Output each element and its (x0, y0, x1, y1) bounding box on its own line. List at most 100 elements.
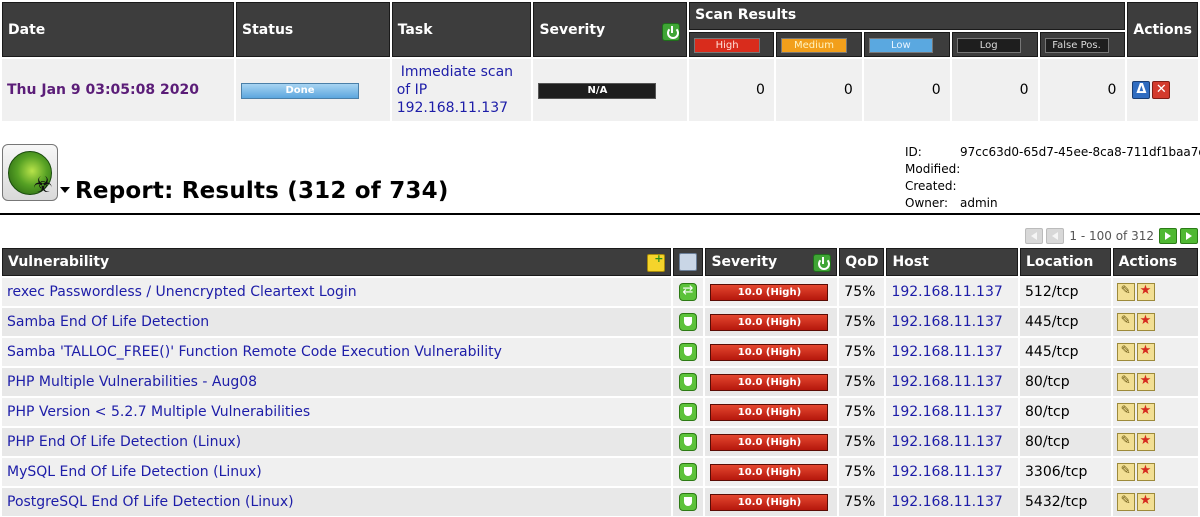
result-header-high[interactable]: High (689, 32, 774, 57)
vulnerability-link[interactable]: PHP Version < 5.2.7 Multiple Vulnerabili… (7, 404, 310, 420)
vulnerability-link[interactable]: rexec Passwordless / Unencrypted Clearte… (7, 284, 357, 300)
shield-icon (679, 463, 698, 481)
host-cell[interactable]: 192.168.11.137 (886, 308, 1019, 336)
host-link[interactable]: 192.168.11.137 (891, 344, 1002, 360)
count-log: 0 (951, 59, 1038, 121)
host-link[interactable]: 192.168.11.137 (891, 404, 1002, 420)
add-note-icon[interactable] (1116, 343, 1135, 361)
pagination: 1 - 100 of 312 (1025, 228, 1198, 244)
add-override-icon[interactable] (1136, 493, 1155, 511)
host-cell[interactable]: 192.168.11.137 (886, 428, 1019, 456)
severity-bar: 10.0 (High) (710, 403, 829, 421)
last-page-icon[interactable] (1180, 228, 1198, 244)
add-note-icon[interactable] (647, 252, 666, 272)
vulnerability-link[interactable]: PHP Multiple Vulnerabilities - Aug08 (7, 374, 257, 390)
vulnerability-link[interactable]: Samba 'TALLOC_FREE()' Function Remote Co… (7, 344, 502, 360)
column-header-qod[interactable]: QoD (839, 248, 885, 276)
column-header-host[interactable]: Host (886, 248, 1019, 276)
add-override-icon[interactable] (1136, 313, 1155, 331)
host-cell[interactable]: 192.168.11.137 (886, 398, 1019, 426)
task-date: Thu Jan 9 03:05:08 2020 (2, 59, 235, 121)
add-note-icon[interactable] (1116, 313, 1135, 331)
delete-icon[interactable]: ✕ (1152, 81, 1171, 99)
power-icon[interactable] (813, 254, 832, 272)
location-cell: 445/tcp (1020, 338, 1111, 366)
vulnerability-link[interactable]: Samba End Of Life Detection (7, 314, 209, 330)
host-link[interactable]: 192.168.11.137 (891, 434, 1002, 450)
biohazard-icon: ☣ (33, 173, 53, 198)
host-link[interactable]: 192.168.11.137 (891, 374, 1002, 390)
severity-bar: 10.0 (High) (710, 343, 829, 361)
add-override-icon[interactable] (1136, 343, 1155, 361)
add-note-icon[interactable] (1116, 463, 1135, 481)
host-cell[interactable]: 192.168.11.137 (886, 458, 1019, 486)
meta-owner-label: Owner: (905, 196, 949, 210)
host-link[interactable]: 192.168.11.137 (891, 314, 1002, 330)
vulnerability-link[interactable]: MySQL End Of Life Detection (Linux) (7, 464, 262, 480)
solution-cell (673, 458, 704, 486)
column-header-vulnerability[interactable]: Vulnerability (2, 248, 672, 276)
result-header-log[interactable]: Log (951, 32, 1038, 57)
task-link-line3[interactable]: 192.168.11.137 (397, 99, 527, 117)
column-header-date[interactable]: Date (2, 2, 235, 57)
column-header-severity-results[interactable]: Severity (705, 248, 838, 276)
severity-bar: 10.0 (High) (710, 313, 829, 331)
host-link[interactable]: 192.168.11.137 (891, 284, 1002, 300)
severity-bar: 10.0 (High) (710, 373, 829, 391)
vulnerability-cell[interactable]: PHP End Of Life Detection (Linux) (2, 428, 672, 456)
delta-icon[interactable]: Δ (1132, 81, 1151, 99)
host-cell[interactable]: 192.168.11.137 (886, 488, 1019, 516)
add-override-icon[interactable] (1136, 283, 1155, 301)
result-header-low[interactable]: Low (863, 32, 950, 57)
add-override-icon[interactable] (1136, 403, 1155, 421)
add-note-icon[interactable] (1116, 493, 1135, 511)
vulnerability-cell[interactable]: PHP Version < 5.2.7 Multiple Vulnerabili… (2, 398, 672, 426)
meta-owner-value: admin (960, 196, 998, 210)
vulnerability-link[interactable]: PostgreSQL End Of Life Detection (Linux) (7, 494, 294, 510)
severity-bar: 10.0 (High) (710, 463, 829, 481)
solution-cell (673, 308, 704, 336)
previous-page-icon[interactable] (1046, 228, 1065, 244)
add-override-icon[interactable] (1136, 433, 1155, 451)
column-header-task[interactable]: Task (391, 2, 532, 57)
report-divider (0, 213, 1200, 215)
vulnerability-link[interactable]: PHP End Of Life Detection (Linux) (7, 434, 241, 450)
column-header-solution-type[interactable] (673, 248, 704, 276)
pagination-range: 1 - 100 of 312 (1069, 229, 1154, 243)
power-icon[interactable] (662, 23, 681, 41)
results-table: Vulnerability Severity QoD Host Location… (0, 246, 1200, 517)
vulnerability-cell[interactable]: MySQL End Of Life Detection (Linux) (2, 458, 672, 486)
vulnerability-cell[interactable]: Samba 'TALLOC_FREE()' Function Remote Co… (2, 338, 672, 366)
column-header-scan-results: Scan Results (689, 2, 1126, 30)
task-name-cell[interactable]: Immediate scan of IP 192.168.11.137 (391, 59, 532, 121)
next-page-icon[interactable] (1159, 228, 1177, 244)
task-link-line1[interactable]: Immediate scan (397, 63, 527, 81)
vulnerability-cell[interactable]: Samba End Of Life Detection (2, 308, 672, 336)
add-note-icon[interactable] (1116, 373, 1135, 391)
column-header-severity[interactable]: Severity (533, 2, 688, 57)
add-note-icon[interactable] (1116, 403, 1135, 421)
add-override-icon[interactable] (1136, 373, 1155, 391)
add-note-icon[interactable] (1116, 433, 1135, 451)
vulnerability-cell[interactable]: PHP Multiple Vulnerabilities - Aug08 (2, 368, 672, 396)
add-note-icon[interactable] (1116, 283, 1135, 301)
host-link[interactable]: 192.168.11.137 (891, 494, 1002, 510)
host-cell[interactable]: 192.168.11.137 (886, 338, 1019, 366)
result-header-false-pos[interactable]: False Pos. (1039, 32, 1126, 57)
vulnerability-cell[interactable]: rexec Passwordless / Unencrypted Clearte… (2, 278, 672, 306)
host-cell[interactable]: 192.168.11.137 (886, 278, 1019, 306)
host-cell[interactable]: 192.168.11.137 (886, 368, 1019, 396)
column-header-status[interactable]: Status (236, 2, 390, 57)
swap-icon (679, 283, 698, 301)
column-header-location[interactable]: Location (1020, 248, 1111, 276)
severity-cell: 10.0 (High) (705, 278, 838, 306)
vulnerability-cell[interactable]: PostgreSQL End Of Life Detection (Linux) (2, 488, 672, 516)
first-page-icon[interactable] (1025, 228, 1044, 244)
task-link-line2[interactable]: of IP (397, 81, 527, 99)
add-override-icon[interactable] (1136, 463, 1155, 481)
host-link[interactable]: 192.168.11.137 (891, 464, 1002, 480)
report-dropdown-caret-icon[interactable] (60, 187, 70, 193)
result-header-medium[interactable]: Medium (775, 32, 862, 57)
shield-icon (679, 373, 698, 391)
location-cell: 3306/tcp (1020, 458, 1111, 486)
